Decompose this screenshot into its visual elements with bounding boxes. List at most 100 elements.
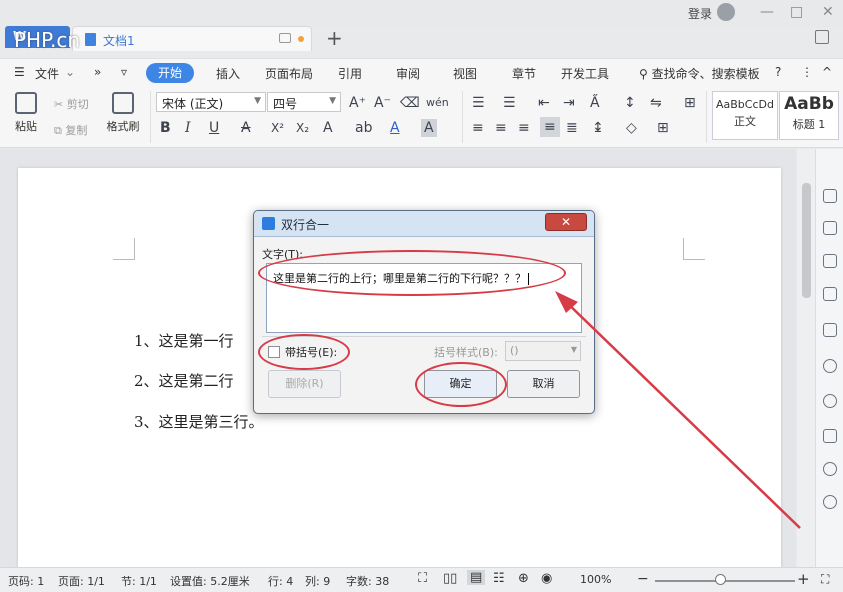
zoom-out-button[interactable]: − (637, 571, 649, 587)
bracket-style-select[interactable]: () ▼ (505, 341, 581, 361)
history-icon[interactable] (823, 462, 837, 476)
distributed-icon[interactable]: ≣ (566, 119, 578, 137)
cancel-button[interactable]: 取消 (507, 370, 580, 398)
select-icon[interactable] (823, 221, 837, 235)
justify-icon[interactable]: ≡ (540, 117, 560, 137)
read-mode-icon[interactable]: ▯▯ (443, 571, 457, 586)
cut-button[interactable]: ✂ 剪切 (54, 96, 89, 112)
scrollbar-thumb[interactable] (802, 183, 811, 298)
eye-protection-icon[interactable]: ◉ (541, 571, 552, 586)
dialog-close-button[interactable]: ✕ (545, 213, 587, 231)
font-size-select[interactable]: 四号 ▼ (267, 92, 341, 112)
shrink-font-icon[interactable]: A⁻ (374, 94, 391, 112)
align-left-icon[interactable]: ≡ (472, 119, 484, 137)
expand-icon[interactable]: » (94, 65, 101, 79)
brush-icon (112, 92, 134, 114)
bold-button[interactable]: B (160, 119, 171, 137)
subscript-button[interactable]: X₂ (296, 119, 309, 137)
tab-chapter[interactable]: 章节 (512, 65, 536, 82)
align-right-icon[interactable]: ≡ (518, 119, 530, 137)
close-window-button[interactable]: ✕ (822, 4, 834, 20)
adjust-icon[interactable] (823, 287, 837, 301)
shapes-icon[interactable] (823, 254, 837, 268)
login-link[interactable]: 登录 (688, 5, 712, 22)
table-grid-icon[interactable]: ⊞ (684, 94, 696, 112)
page-view-icon[interactable]: ▤ (467, 570, 486, 585)
status-page-number[interactable]: 页码: 1 (8, 573, 44, 589)
format-painter-button[interactable]: 格式刷 (104, 92, 142, 134)
avatar[interactable] (717, 3, 735, 21)
style-heading-1[interactable]: AaBb 标题 1 (779, 91, 839, 140)
hamburger-icon[interactable]: ☰ (14, 65, 25, 79)
font-size-value: 四号 (273, 97, 298, 111)
outline-view-icon[interactable]: ☷ (493, 571, 505, 586)
chevron-down-icon: ▼ (254, 96, 261, 106)
copy-button[interactable]: ⧉ 复制 (54, 122, 87, 138)
command-search[interactable]: ⚲ 查找命令、搜索模板 (639, 65, 760, 82)
vertical-scrollbar[interactable] (797, 149, 815, 567)
collapse-ribbon-icon[interactable]: ^ (822, 65, 832, 79)
fit-window-icon[interactable]: ⛶ (821, 572, 829, 587)
zoom-in-button[interactable]: + (797, 570, 810, 588)
tab-insert[interactable]: 插入 (216, 65, 240, 82)
sort-icon[interactable]: ↕ (624, 94, 636, 112)
menu-file[interactable]: 文件 (35, 65, 59, 82)
delete-button[interactable]: 删除(R) (268, 370, 341, 398)
screen-icon[interactable] (279, 33, 291, 43)
zoom-level[interactable]: 100% (580, 573, 611, 586)
chinese-layout-icon[interactable]: A̋ (590, 94, 600, 112)
increase-indent-icon[interactable]: ⇥ (563, 94, 575, 112)
grow-font-icon[interactable]: A⁺ (349, 94, 366, 112)
web-view-icon[interactable]: ⊕ (518, 571, 529, 586)
decrease-indent-icon[interactable]: ⇤ (538, 94, 550, 112)
superscript-button[interactable]: X² (271, 119, 284, 137)
underline-button[interactable]: U (209, 119, 219, 137)
tab-review[interactable]: 审阅 (396, 65, 420, 82)
show-hide-icon[interactable]: ⇋ (650, 94, 662, 112)
clear-format-icon[interactable]: ⌫ (400, 94, 420, 112)
phonetic-guide-icon[interactable]: wén (426, 94, 449, 112)
window-mode-icon[interactable] (815, 30, 829, 44)
settings-icon[interactable] (823, 495, 837, 509)
fullscreen-icon[interactable]: ⛶ (418, 571, 427, 586)
tab-page-layout[interactable]: 页面布局 (265, 65, 313, 82)
document-tab[interactable]: 文档1 (72, 26, 312, 51)
status-word-count[interactable]: 字数: 38 (346, 573, 389, 589)
italic-button[interactable]: I (185, 119, 191, 137)
new-tab-button[interactable]: + (326, 27, 343, 49)
status-bar: 页码: 1 页面: 1/1 节: 1/1 设置值: 5.2厘米 行: 4 列: … (0, 567, 843, 592)
font-color-icon[interactable]: A (390, 119, 400, 137)
bullets-icon[interactable]: ☰ (472, 94, 485, 112)
gallery-icon[interactable] (823, 323, 837, 337)
tab-developer[interactable]: 开发工具 (561, 65, 609, 82)
divider (150, 91, 151, 143)
file-dropdown-icon[interactable]: ⌄ (65, 65, 75, 79)
archive-icon[interactable] (823, 429, 837, 443)
tab-reference[interactable]: 引用 (338, 65, 362, 82)
numbering-icon[interactable]: ☰ (503, 94, 516, 112)
style-normal[interactable]: AaBbCcDd 正文 (712, 91, 778, 140)
minimize-button[interactable]: — (760, 4, 774, 20)
dialog-title-bar[interactable]: 双行合一 ✕ (254, 211, 594, 237)
maximize-button[interactable]: □ (790, 4, 803, 20)
strikethrough-icon[interactable]: A (241, 119, 251, 137)
more-options-icon[interactable]: ⋮ (801, 65, 813, 79)
tab-view[interactable]: 视图 (453, 65, 477, 82)
font-name-value: 宋体 (正文) (162, 97, 224, 111)
help-icon[interactable]: ? (775, 65, 781, 79)
paste-button[interactable]: 粘贴 (9, 92, 43, 134)
align-center-icon[interactable]: ≡ (495, 119, 507, 137)
share-icon[interactable] (823, 394, 837, 408)
star-icon[interactable] (823, 359, 837, 373)
font-name-select[interactable]: 宋体 (正文) ▼ (156, 92, 266, 112)
shading-icon[interactable]: ◇ (626, 119, 637, 137)
text-effect-icon[interactable]: A (323, 119, 333, 137)
char-shading-icon[interactable]: A (421, 119, 437, 137)
line-spacing-icon[interactable]: ↨ (592, 119, 604, 137)
border-icon[interactable]: ⊞ (657, 119, 669, 137)
highlight-icon[interactable]: ab (355, 119, 372, 137)
more-icon[interactable]: ▿ (121, 65, 127, 79)
tab-start[interactable]: 开始 (146, 63, 194, 83)
edit-icon[interactable] (823, 189, 837, 203)
zoom-slider-knob[interactable] (715, 574, 726, 585)
